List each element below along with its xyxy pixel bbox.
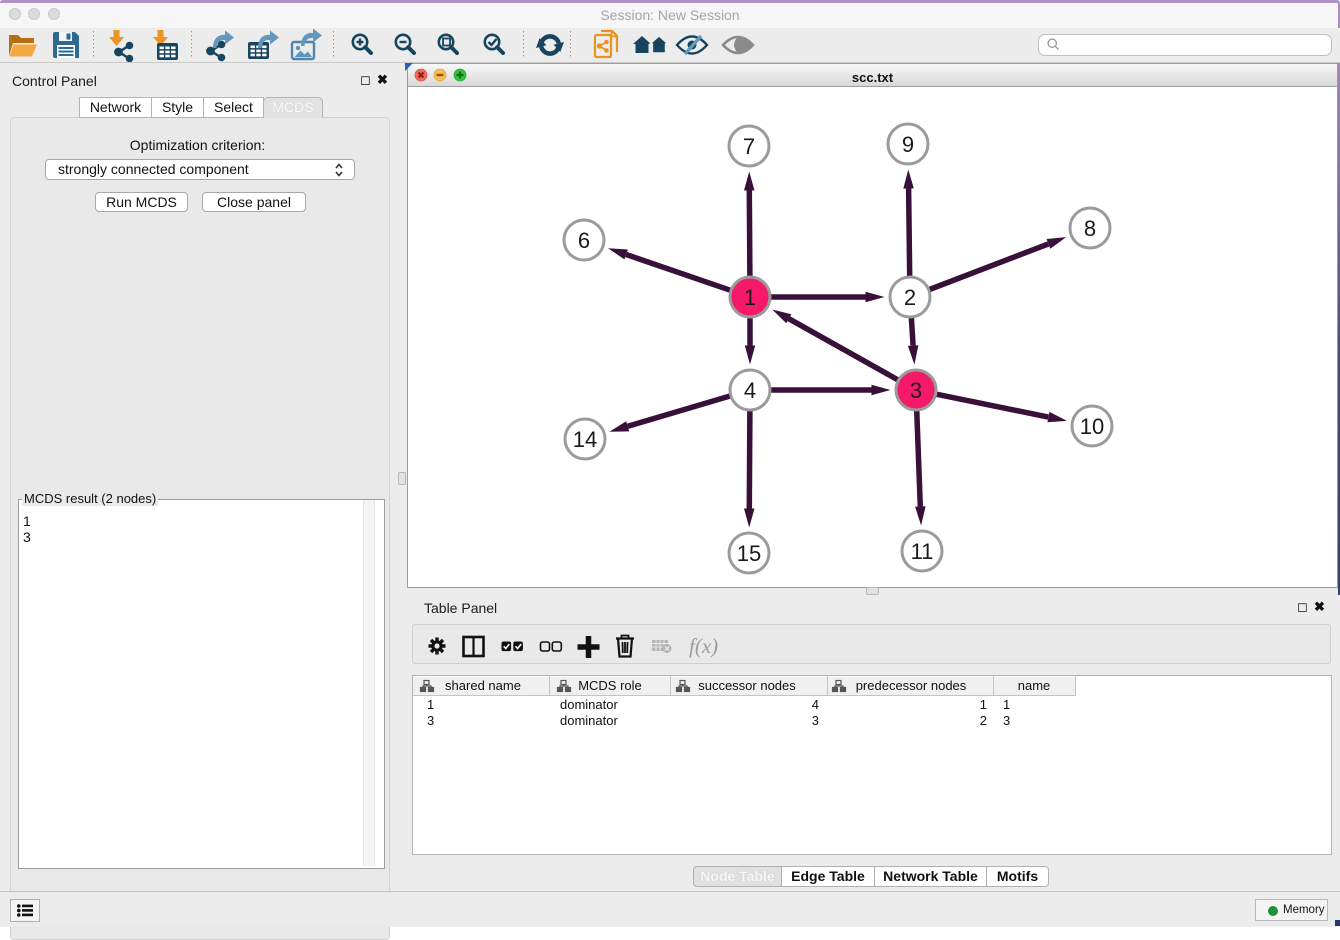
svg-text:8: 8 [1084, 216, 1096, 241]
svg-text:2: 2 [980, 713, 987, 728]
svg-text:7: 7 [743, 134, 755, 159]
svg-text:1: 1 [744, 285, 756, 310]
svg-text:9: 9 [902, 132, 914, 157]
svg-text:shared name: shared name [445, 678, 521, 693]
svg-text:15: 15 [737, 541, 761, 566]
svg-text:4: 4 [812, 697, 819, 712]
svg-text:11: 11 [911, 539, 934, 564]
svg-text:10: 10 [1080, 414, 1104, 439]
svg-text:1: 1 [1003, 697, 1010, 712]
svg-text:14: 14 [573, 427, 597, 452]
svg-text:successor nodes: successor nodes [698, 678, 796, 693]
svg-text:3: 3 [812, 713, 819, 728]
svg-text:1: 1 [980, 697, 987, 712]
svg-text:1: 1 [427, 697, 434, 712]
svg-text:MCDS role: MCDS role [578, 678, 642, 693]
svg-text:f(x): f(x) [689, 634, 718, 658]
svg-text:predecessor nodes: predecessor nodes [856, 678, 967, 693]
svg-text:3: 3 [1003, 713, 1010, 728]
svg-text:2: 2 [904, 285, 916, 310]
svg-text:6: 6 [578, 228, 590, 253]
svg-text:3: 3 [910, 378, 922, 403]
svg-text:3: 3 [427, 713, 434, 728]
svg-text:dominator: dominator [560, 713, 618, 728]
svg-text:dominator: dominator [560, 697, 618, 712]
svg-text:4: 4 [744, 378, 756, 403]
svg-text:name: name [1018, 678, 1051, 693]
